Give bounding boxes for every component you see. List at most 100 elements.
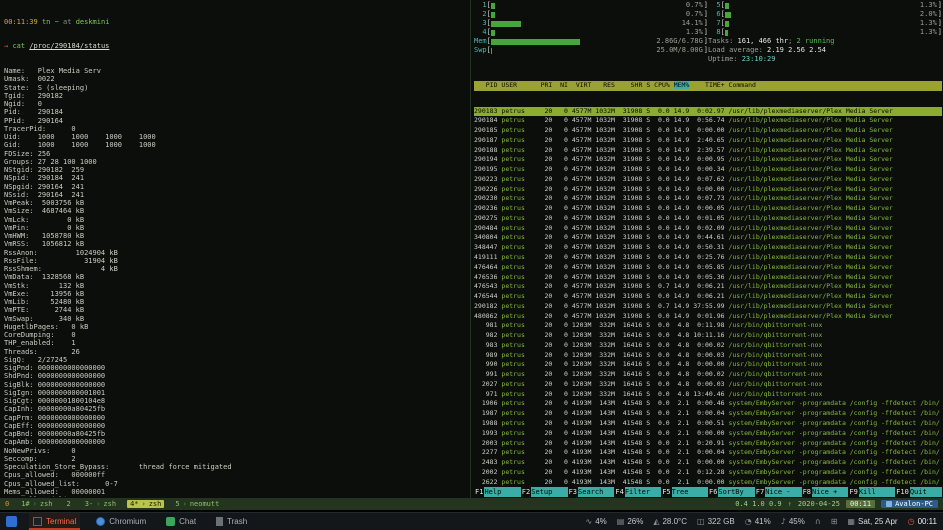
tmux-window-2[interactable]: 2 [64,500,74,508]
command-argument: /proc/290184/status [29,42,110,51]
left-terminal-pane[interactable]: 00:11:39 tn ~ at deskmini → cat /proc/29… [4,1,468,498]
process-row[interactable]: 476536 petrus 20 0 4577M 1032M 31908 S 0… [474,273,942,283]
process-row[interactable]: 340804 petrus 20 0 4577M 1032M 31908 S 0… [474,233,942,243]
taskbar-date[interactable]: ▦ Sat, 25 Apr [847,517,897,526]
process-row[interactable]: 476464 petrus 20 0 4577M 1032M 31908 S 0… [474,263,942,273]
status-line: State: S (sleeping) [4,83,89,92]
tray-display[interactable]: ⊞ [831,517,838,526]
process-row[interactable]: 290226 petrus 20 0 4577M 1032M 31908 S 0… [474,185,942,195]
process-row[interactable]: 290195 petrus 20 0 4577M 1032M 31908 S 0… [474,165,942,175]
tmux-window-4[interactable]: 4* › zsh [127,500,165,508]
column-header-shr[interactable]: SHR [619,81,643,89]
process-row[interactable]: 476544 petrus 20 0 4577M 1032M 31908 S 0… [474,292,942,302]
command-name: cat [12,42,26,51]
fkey-filter[interactable]: F4 Filter [614,487,662,497]
taskbar-app-terminal[interactable]: Terminal [29,513,81,530]
process-row[interactable]: 971 petrus 20 0 1203M 332M 16416 S 0.0 4… [474,390,942,400]
tmux-window-5[interactable]: 5 › neomutt [172,500,222,508]
process-row[interactable]: 1906 petrus 20 0 4193M 143M 41548 S 0.0 … [474,399,942,409]
taskbar-app-trash[interactable]: Trash [212,513,251,530]
process-row[interactable]: 982 petrus 20 0 1203M 332M 16416 S 0.0 4… [474,331,942,341]
tmux-window-list: 1# › zsh 2 3- › zsh 4* › zsh 5 › neomutt [18,500,222,508]
process-row[interactable]: 290183 petrus 20 0 4577M 1032M 31908 S 0… [474,106,942,117]
process-row[interactable]: 290182 petrus 20 0 4577M 1032M 31908 S 0… [474,302,942,312]
column-header-cpu[interactable]: CPU% [654,81,670,89]
tmux-window-1[interactable]: 1# › zsh [18,500,55,508]
process-row[interactable]: 348447 petrus 20 0 4577M 1032M 31908 S 0… [474,243,942,253]
process-row[interactable]: 983 petrus 20 0 1203M 332M 16416 S 0.0 4… [474,341,942,351]
process-row[interactable]: 290187 petrus 20 0 4577M 1032M 31908 S 0… [474,136,942,146]
fkey-setup[interactable]: F2 Setup [521,487,568,497]
fkey-sortby[interactable]: F6 SortBy [708,487,755,497]
process-row[interactable]: 989 petrus 20 0 1203M 332M 16416 S 0.0 4… [474,351,942,361]
column-header-pid[interactable]: PID [474,81,498,89]
tray-temperature[interactable]: ◭ 28.0°C [653,517,687,526]
cpu-meter-3: 3[14.1%] [474,19,708,27]
column-header-pri[interactable]: PRI [541,81,553,89]
column-header-ni[interactable]: NI [556,81,568,89]
process-row[interactable]: 981 petrus 20 0 1203M 332M 16416 S 0.0 4… [474,321,942,331]
process-row[interactable]: 290194 petrus 20 0 4577M 1032M 31908 S 0… [474,155,942,165]
column-header-command[interactable]: Command [729,81,756,89]
process-row[interactable]: 2002 petrus 20 0 4193M 143M 41548 S 0.0 … [474,468,942,478]
process-row[interactable]: 1987 petrus 20 0 4193M 143M 41548 S 0.0 … [474,409,942,419]
taskbar-clock[interactable]: ◷ 00:11 [908,517,937,526]
tray-brightness[interactable]: ◔ 41% [745,517,771,526]
process-row[interactable]: 290484 petrus 20 0 4577M 1032M 31908 S 0… [474,224,942,234]
taskbar-app-chromium[interactable]: Chromium [92,513,150,530]
process-row[interactable]: 290236 petrus 20 0 4577M 1032M 31908 S 0… [474,204,942,214]
process-row[interactable]: 2027 petrus 20 0 1203M 332M 16416 S 0.0 … [474,380,942,390]
cpu-meter-6: 6[2.0%] [708,10,942,18]
process-row[interactable]: 290230 petrus 20 0 4577M 1032M 31908 S 0… [474,194,942,204]
column-header-user[interactable]: USER [501,81,536,89]
htop-table-header[interactable]: PID USER PRI NI VIRT RES SHR S CPU% MEM%… [474,81,942,91]
process-row[interactable]: 290275 petrus 20 0 4577M 1032M 31908 S 0… [474,214,942,224]
tray-disk[interactable]: ◫ 322 GB [697,517,735,526]
fkey-search[interactable]: F3 Search [568,487,615,497]
fkey-nice-[interactable]: F8 Nice + [802,487,849,497]
process-row[interactable]: 1988 petrus 20 0 4193M 143M 41548 S 0.0 … [474,419,942,429]
calendar-icon: ▦ [847,517,855,526]
fkey-quit[interactable]: F10 Quit [895,487,942,497]
taskbar-app-chat[interactable]: Chat [162,513,200,530]
process-row[interactable]: 480862 petrus 20 0 4577M 1032M 31908 S 0… [474,312,942,322]
process-row[interactable]: 990 petrus 20 0 1203M 332M 16416 S 0.0 4… [474,360,942,370]
process-row[interactable]: 2003 petrus 20 0 4193M 143M 41548 S 0.0 … [474,439,942,449]
process-row[interactable]: 2483 petrus 20 0 4193M 143M 41548 S 0.0 … [474,458,942,468]
cpu-meter-7: 7[1.3%] [708,19,942,27]
right-terminal-pane-htop[interactable]: 1[0.7%] 2[0.7%] 3[14.1%] 4[1.3%] Mem[2.86… [474,1,942,497]
status-line: VmData: 1328568 kB [4,273,85,282]
process-row[interactable]: 290184 petrus 20 0 4577M 1032M 31908 S 0… [474,116,942,126]
status-line: Uid: 1000 1000 1000 1000 [4,133,156,141]
htop-tasks: Tasks: 161, 466 thr; 2 running [708,37,835,45]
status-line: Cpus_allowed_list: 0-7 [4,479,118,488]
process-row[interactable]: 290223 petrus 20 0 4577M 1032M 31908 S 0… [474,175,942,185]
app-launcher-icon[interactable] [6,516,17,527]
process-row[interactable]: 2622 petrus 20 0 4193M 143M 41548 S 0.0 … [474,478,942,486]
column-header-s[interactable]: S [646,81,650,89]
tray-cpu[interactable]: ∿ 4% [585,517,606,526]
process-row[interactable]: 476543 petrus 20 0 4577M 1032M 31908 S 0… [474,282,942,292]
fkey-nice-[interactable]: F7 Nice - [755,487,802,497]
process-row[interactable]: 1993 petrus 20 0 4193M 143M 41548 S 0.0 … [474,429,942,439]
fkey-tree[interactable]: F5 Tree [661,487,708,497]
tray-memory[interactable]: ▤ 26% [617,517,644,526]
tmux-window-3[interactable]: 3- › zsh [82,500,119,508]
tmux-pane-divider[interactable] [470,0,471,498]
clock-icon: ◷ [907,517,915,526]
process-row[interactable]: 290185 petrus 20 0 4577M 1032M 31908 S 0… [474,126,942,136]
fkey-help[interactable]: F1 Help [474,487,521,497]
process-row[interactable]: 290188 petrus 20 0 4577M 1032M 31908 S 0… [474,146,942,156]
process-row[interactable]: 991 petrus 20 0 1203M 332M 16416 S 0.0 4… [474,370,942,380]
status-line: THP_enabled: 1 [4,339,76,348]
column-header-mem[interactable]: MEM% [673,81,690,89]
process-row[interactable]: 419111 petrus 20 0 4577M 1032M 31908 S 0… [474,253,942,263]
process-row[interactable]: 2277 petrus 20 0 4193M 143M 41548 S 0.0 … [474,448,942,458]
fkey-kill[interactable]: F9 Kill [848,487,896,497]
column-header-time[interactable]: TIME+ [693,81,725,89]
tray-volume[interactable]: ♪ 45% [781,517,805,526]
column-header-res[interactable]: RES [595,81,615,89]
status-line: CapInh: 00000000a80425fb [4,405,106,414]
tray-headphones[interactable]: ∩ [815,517,821,526]
column-header-virt[interactable]: VIRT [572,81,592,89]
